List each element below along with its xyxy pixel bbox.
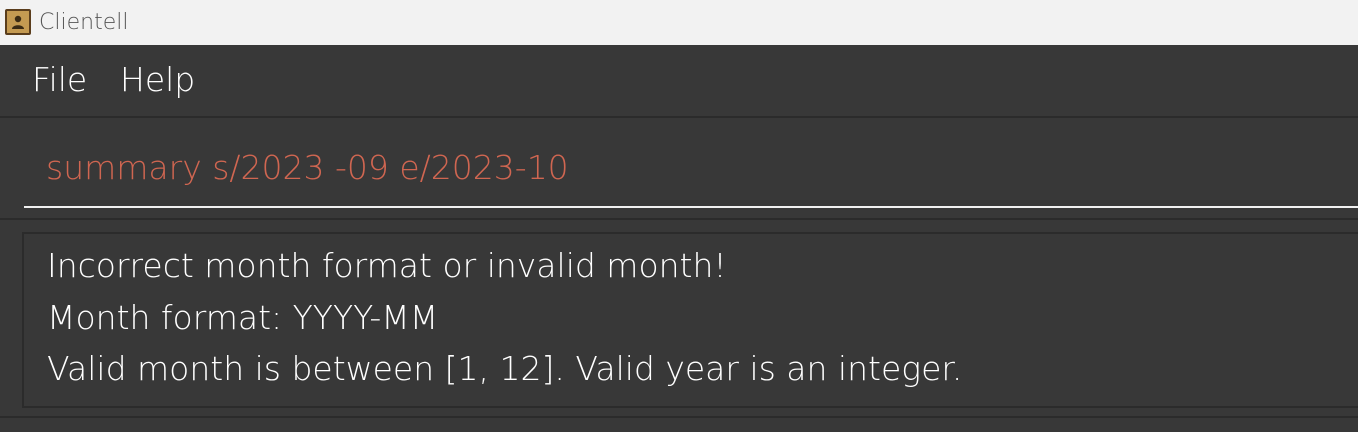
- result-line: Month format: YYYY-MM: [47, 298, 439, 337]
- result-line: Valid month is between [1, 12]. Valid ye…: [47, 349, 963, 388]
- result-pane: Incorrect month format or invalid month!…: [0, 220, 1358, 418]
- menu-bar: File Help: [0, 45, 1358, 116]
- window-title: Clientell: [39, 10, 129, 35]
- menu-file[interactable]: File: [32, 59, 87, 101]
- menu-help[interactable]: Help: [120, 59, 195, 101]
- command-input[interactable]: summary s/2023 -09 e/2023-10: [24, 118, 1358, 208]
- list-panel-edge: [0, 418, 1358, 432]
- window-titlebar: Clientell: [0, 0, 1358, 45]
- address-book-icon: [5, 9, 31, 35]
- command-pane: summary s/2023 -09 e/2023-10: [0, 116, 1358, 220]
- result-display: Incorrect month format or invalid month!…: [22, 232, 1358, 408]
- result-line: Incorrect month format or invalid month!: [47, 246, 727, 285]
- command-input-text[interactable]: summary s/2023 -09 e/2023-10: [46, 148, 569, 188]
